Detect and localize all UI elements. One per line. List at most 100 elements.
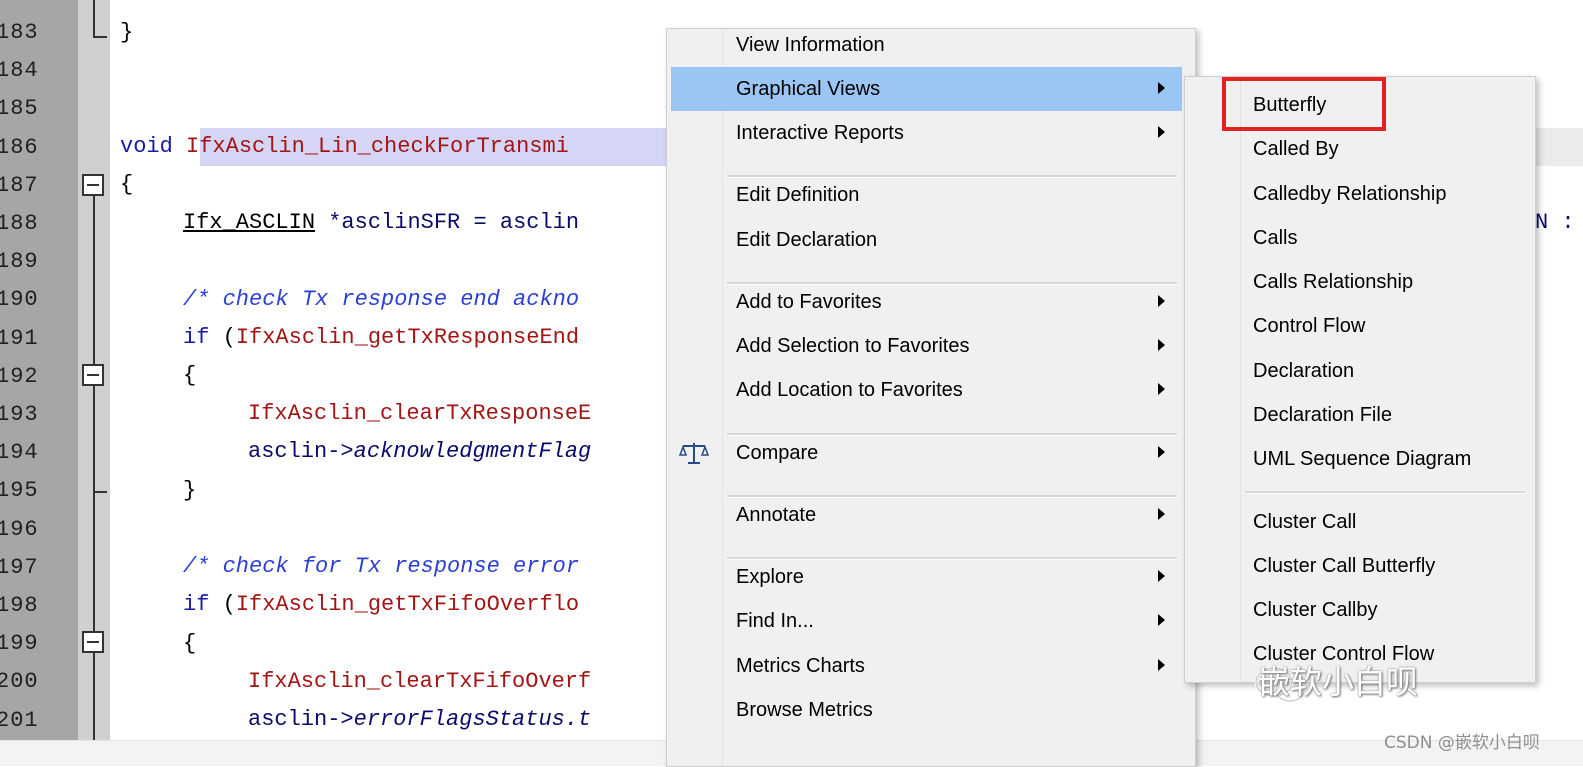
code-line-183: } (120, 20, 134, 45)
submenu-item-label: Cluster Call (1253, 511, 1357, 533)
code-text: *asclinSFR = asclin (315, 210, 580, 235)
code-line-188-right: N : (1535, 210, 1575, 235)
line-number: 195 (0, 478, 39, 504)
submenu-arrow-icon (1158, 508, 1165, 520)
submenu-item-label: Calledby Relationship (1253, 183, 1447, 205)
fold-end-tick (93, 491, 107, 493)
menu-item-label: Add Selection to Favorites (736, 335, 970, 357)
line-number: 188 (0, 211, 39, 236)
menu-item-graphical-views[interactable]: Graphical Views (671, 67, 1182, 111)
code-line-190-comment: /* check Tx response end ackno (183, 287, 580, 312)
line-number: 183 (0, 20, 39, 45)
menu-item-view-information[interactable]: View Information (671, 23, 1182, 67)
submenu-item-calls-relationship[interactable]: Calls Relationship (1191, 260, 1527, 304)
menu-item-label: Metrics Charts (736, 655, 865, 677)
line-number: 191 (0, 325, 39, 351)
keyword-void: void (120, 134, 173, 159)
submenu-item-uml-sequence-diagram[interactable]: UML Sequence Diagram (1191, 437, 1527, 481)
submenu-item-label: Control Flow (1253, 315, 1366, 337)
submenu-separator (1245, 491, 1525, 494)
fold-toggle-187[interactable] (82, 174, 104, 196)
menu-item-annotate[interactable]: Annotate (671, 493, 1182, 537)
line-number: 185 (0, 96, 39, 122)
line-number: 190 (0, 287, 39, 313)
submenu-item-control-flow[interactable]: Control Flow (1191, 304, 1527, 348)
menu-item-label: Edit Definition (736, 184, 860, 206)
menu-item-add-to-favorites[interactable]: Add to Favorites (671, 280, 1182, 324)
code-line-199: { (183, 631, 197, 656)
submenu-item-calls[interactable]: Calls (1191, 216, 1527, 260)
line-number: 186 (0, 134, 39, 160)
menu-item-label: Compare (736, 442, 819, 464)
fold-toggle-199[interactable] (82, 631, 104, 653)
submenu-item-cluster-call-butterfly[interactable]: Cluster Call Butterfly (1191, 544, 1527, 588)
menu-item-label: Explore (736, 566, 804, 588)
line-number: 200 (0, 669, 39, 695)
menu-item-label: Add to Favorites (736, 291, 882, 313)
menu-item-metrics-charts[interactable]: Metrics Charts (671, 644, 1182, 688)
submenu-item-declaration-file[interactable]: Declaration File (1191, 393, 1527, 437)
submenu-item-called-by[interactable]: Called By (1191, 127, 1527, 171)
menu-separator (727, 175, 1177, 178)
menu-item-compare[interactable]: Compare (671, 431, 1182, 475)
submenu-item-label: Called By (1253, 138, 1339, 160)
menu-item-label: Browse Metrics (736, 699, 873, 721)
submenu-arrow-icon (1158, 82, 1165, 94)
menu-item-label: Graphical Views (736, 78, 881, 100)
code-line-193: IfxAsclin_clearTxResponseE (248, 401, 592, 426)
submenu-arrow-icon (1158, 570, 1165, 582)
menu-item-label: View Information (736, 34, 885, 56)
submenu-item-declaration[interactable]: Declaration (1191, 349, 1527, 393)
member: acknowledgmentFlag (353, 439, 592, 464)
code-line-186: void IfxAsclin_Lin_checkForTransmi (120, 128, 569, 166)
submenu-item-cluster-callby[interactable]: Cluster Callby (1191, 588, 1527, 632)
submenu-item-label: Declaration File (1253, 404, 1392, 426)
menu-item-add-selection-to-favorites[interactable]: Add Selection to Favorites (671, 324, 1182, 368)
line-number: 199 (0, 631, 39, 657)
line-number: 196 (0, 516, 39, 542)
code-line-192: { (183, 363, 197, 388)
pointer: asclin-> (248, 707, 354, 732)
fold-toggle-192[interactable] (82, 364, 104, 386)
menu-item-add-location-to-favorites[interactable]: Add Location to Favorites (671, 368, 1182, 412)
function-name[interactable]: IfxAsclin_Lin_checkForTransmi (186, 134, 569, 159)
line-number: 194 (0, 440, 39, 466)
member: errorFlagsStatus.t (353, 707, 592, 732)
menu-item-edit-declaration[interactable]: Edit Declaration (671, 218, 1182, 262)
submenu-arrow-icon (1158, 614, 1165, 626)
graphical-views-submenu: Butterfly Called By Calledby Relationship C… (1184, 76, 1536, 683)
context-menu: View Information Graphical Views Interacti… (666, 28, 1196, 767)
menu-item-explore[interactable]: Explore (671, 555, 1182, 599)
menu-separator (727, 433, 1177, 436)
line-number: 187 (0, 172, 39, 198)
function-call: IfxAsclin_getTxFifoOverflo (235, 592, 580, 617)
line-number: 193 (0, 402, 39, 427)
submenu-item-label: Cluster Call Butterfly (1253, 555, 1436, 577)
submenu-item-label: Calls (1253, 227, 1298, 249)
line-number-gutter: 183 184 185 186 187 188 189 190 191 192 193 194 195 1… (0, 0, 78, 740)
menu-item-label: Interactive Reports (736, 122, 904, 144)
menu-item-label: Edit Declaration (736, 229, 878, 251)
submenu-arrow-icon (1158, 126, 1165, 138)
menu-item-interactive-reports[interactable]: Interactive Reports (671, 111, 1182, 155)
submenu-arrow-icon (1158, 383, 1165, 395)
menu-separator (727, 282, 1177, 285)
fold-guide (93, 0, 95, 38)
menu-item-browse-metrics[interactable]: Browse Metrics (671, 688, 1182, 732)
menu-item-find-in[interactable]: Find In... (671, 599, 1182, 643)
fold-guide (93, 196, 95, 740)
code-line-198: if (IfxAsclin_getTxFifoOverflo (183, 586, 579, 624)
keyword-if: if (183, 325, 210, 350)
submenu-item-cluster-call[interactable]: Cluster Call (1191, 500, 1527, 544)
submenu-item-calledby-relationship[interactable]: Calledby Relationship (1191, 172, 1527, 216)
code-line-191: if (IfxAsclin_getTxResponseEnd (183, 319, 579, 357)
menu-item-label: Annotate (736, 504, 817, 526)
code-line-188: Ifx_ASCLIN *asclinSFR = asclin (183, 204, 579, 242)
butterfly-highlight-box (1222, 77, 1386, 131)
submenu-item-label: UML Sequence Diagram (1253, 448, 1472, 470)
line-number: 198 (0, 593, 39, 618)
menu-item-edit-definition[interactable]: Edit Definition (671, 173, 1182, 217)
submenu-arrow-icon (1158, 295, 1165, 307)
code-line-197-comment: /* check for Tx response error (183, 554, 580, 579)
submenu-arrow-icon (1158, 446, 1165, 458)
